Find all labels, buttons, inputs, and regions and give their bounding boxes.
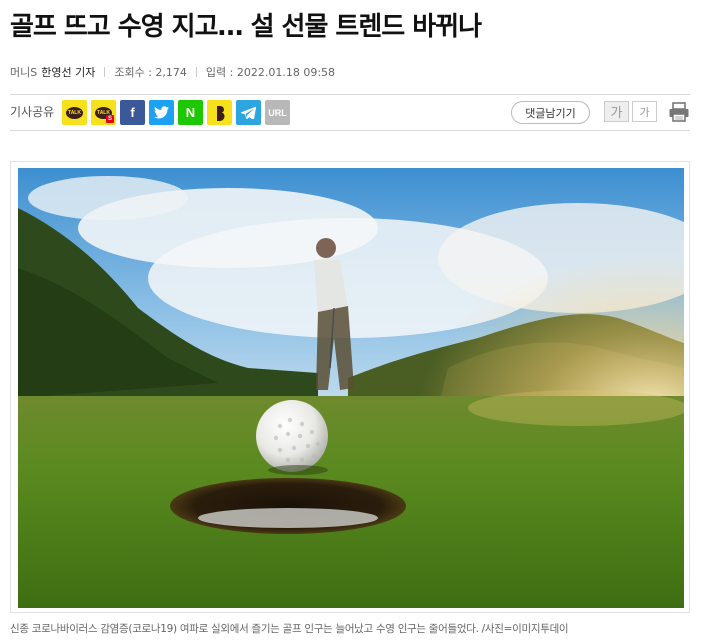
byline-date-label: 입력 : xyxy=(205,66,237,79)
byline-source: 머니S xyxy=(10,66,38,79)
photo-caption: 신종 코로나바이러스 감염증(코로나19) 여파로 실외에서 즐기는 골프 인구… xyxy=(10,623,569,635)
kakaostory-icon[interactable]: TALK S xyxy=(91,100,116,125)
twitter-icon[interactable] xyxy=(149,100,174,125)
byline-divider xyxy=(195,67,197,77)
article-headline: 골프 뜨고 수영 지고… 설 선물 트렌드 바뀌나 xyxy=(10,12,482,42)
article-photo-frame xyxy=(10,161,690,613)
divider-bottom xyxy=(10,130,690,131)
telegram-icon[interactable] xyxy=(236,100,261,125)
share-toolbar: TALK TALK S f N URL xyxy=(62,100,290,125)
byline-divider xyxy=(104,67,106,77)
byline-views: 2,174 xyxy=(155,65,187,79)
article-photo xyxy=(18,168,684,608)
font-size-increase-button[interactable]: 가 xyxy=(604,101,629,122)
naver-icon[interactable]: N xyxy=(178,100,203,125)
byline-date: 2022.01.18 09:58 xyxy=(236,65,336,79)
byline-reporter[interactable]: 한영선 기자 xyxy=(41,64,95,80)
font-size-decrease-button[interactable]: 가 xyxy=(632,101,657,122)
write-comment-button[interactable]: 댓글남기기 xyxy=(511,101,590,124)
print-icon[interactable] xyxy=(668,101,690,123)
kakaotalk-icon[interactable]: TALK xyxy=(62,100,87,125)
share-label: 기사공유 xyxy=(10,105,55,119)
divider-top xyxy=(10,94,690,95)
band-icon[interactable] xyxy=(207,100,232,125)
article-byline: 머니S 한영선 기자 조회수 : 2,174 입력 : 2022.01.18 0… xyxy=(10,64,335,80)
facebook-icon[interactable]: f xyxy=(120,100,145,125)
url-copy-icon[interactable]: URL xyxy=(265,100,290,125)
byline-views-label: 조회수 : xyxy=(114,66,156,79)
